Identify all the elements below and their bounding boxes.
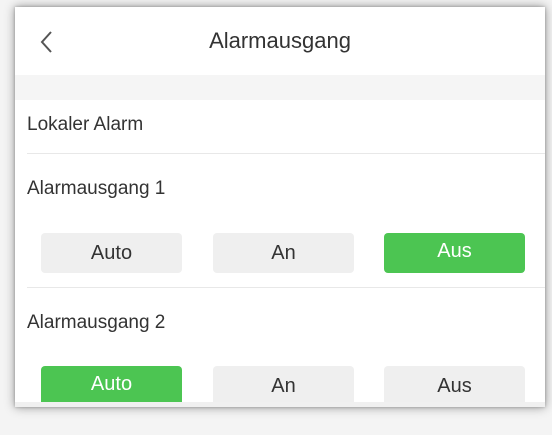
alarm-output-2-label: Alarmausgang 2 [27, 312, 166, 333]
alarm-output-screen: Alarmausgang Lokaler Alarm Alarmausgang … [15, 7, 545, 407]
header: Alarmausgang [15, 7, 545, 75]
section-gap [15, 75, 545, 100]
chevron-left-icon [40, 31, 52, 53]
alarm-output-1-auto-button[interactable]: Auto [41, 233, 182, 273]
alarm-output-2-off-button[interactable]: Aus [384, 366, 525, 406]
alarm-output-1-label: Alarmausgang 1 [27, 178, 166, 199]
alarm-output-1-on-button[interactable]: An [213, 233, 354, 273]
back-button[interactable] [33, 27, 63, 57]
app-frame: Alarmausgang Lokaler Alarm Alarmausgang … [0, 0, 552, 435]
alarm-output-2-on-button[interactable]: An [213, 366, 354, 406]
divider [27, 153, 545, 154]
page-title: Alarmausgang [209, 28, 351, 53]
bottom-strip [15, 402, 545, 407]
divider [27, 287, 545, 288]
local-alarm-label: Lokaler Alarm [27, 114, 144, 135]
alarm-output-2-auto-button[interactable]: Auto [41, 366, 182, 406]
alarm-output-1-off-button[interactable]: Aus [384, 233, 525, 273]
